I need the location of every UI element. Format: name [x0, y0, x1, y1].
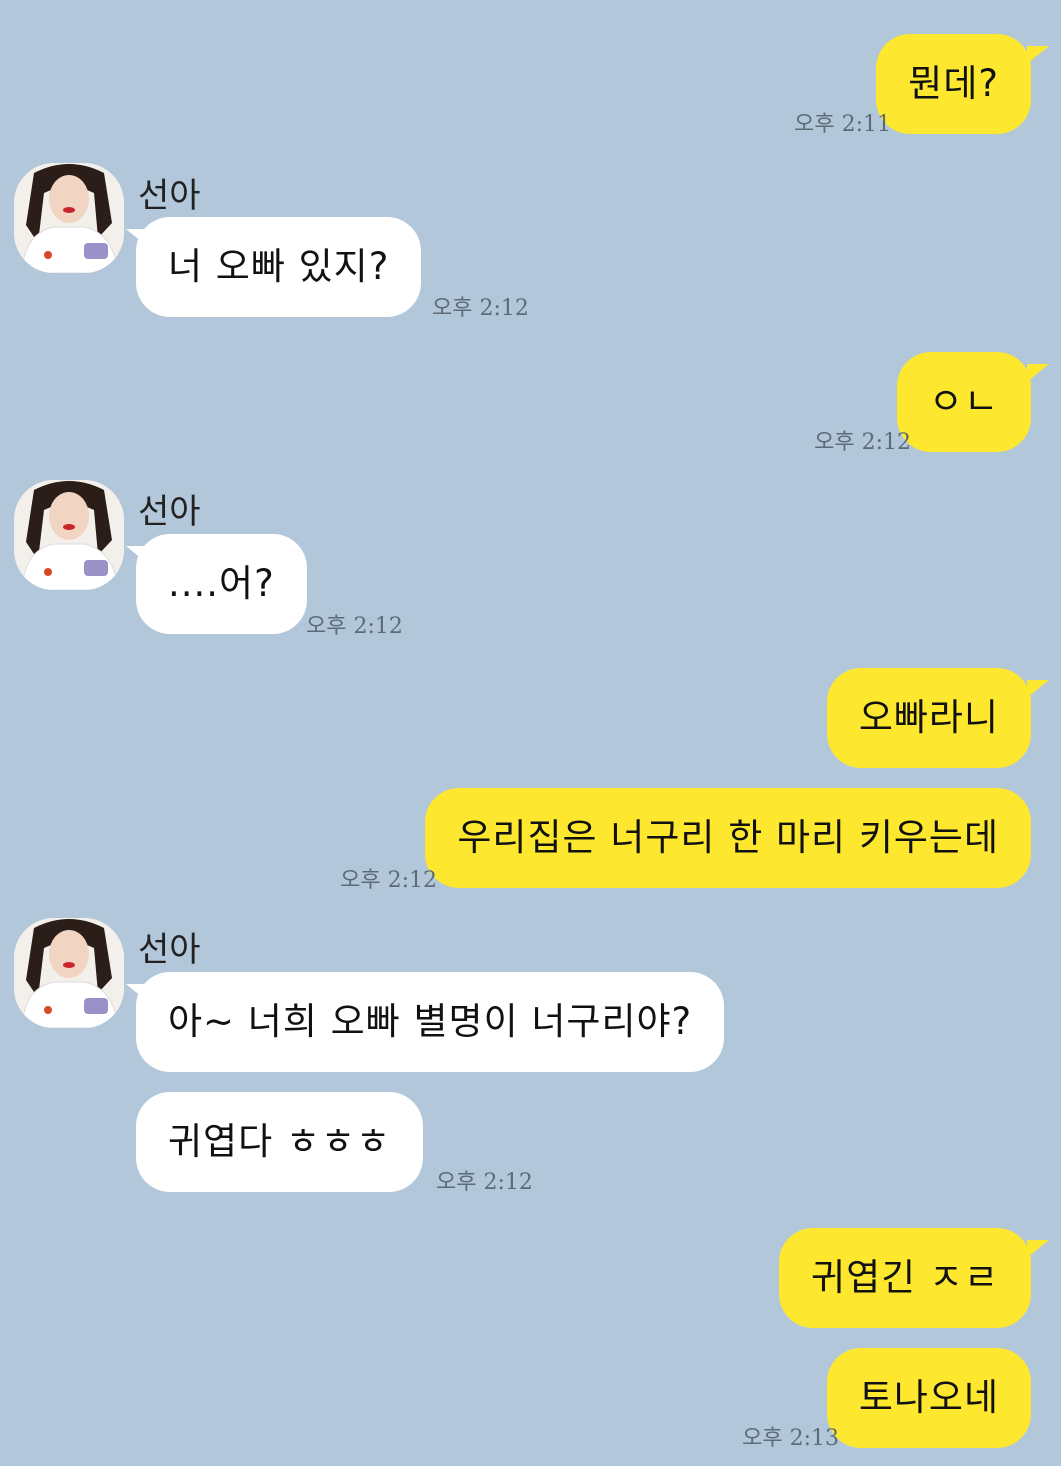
contact-avatar[interactable] [14, 480, 124, 590]
my-message-bubble[interactable]: 토나오네 [826, 1348, 1031, 1448]
message-timestamp: 오후 2:12 [436, 1170, 533, 1195]
message-timestamp: 오후 2:11 [794, 112, 891, 137]
message-timestamp: 오후 2:12 [814, 430, 911, 455]
my-message-bubble[interactable]: 오빠라니 [826, 668, 1031, 768]
sender-name: 선아 [138, 176, 201, 216]
their-message-bubble[interactable]: 아~ 너희 오빠 별명이 너구리야? [136, 972, 725, 1072]
their-message-bubble[interactable]: 귀엽다 ㅎㅎㅎ [136, 1092, 424, 1192]
my-message-bubble[interactable]: 귀엽긴 ㅈㄹ [779, 1228, 1031, 1328]
sender-name: 선아 [138, 930, 201, 970]
bubble-tail [1027, 364, 1049, 382]
message-timestamp: 오후 2:12 [340, 868, 437, 893]
their-message-bubble[interactable]: ....어? [136, 534, 307, 634]
avatar-photo-icon [14, 480, 124, 590]
their-message-bubble[interactable]: 너 오빠 있지? [136, 217, 422, 317]
message-timestamp: 오후 2:12 [306, 614, 403, 639]
message-timestamp: 오후 2:13 [742, 1426, 839, 1451]
avatar-photo-icon [14, 918, 124, 1028]
message-timestamp: 오후 2:12 [432, 296, 529, 321]
my-message-bubble[interactable]: ㅇㄴ [896, 352, 1031, 452]
sender-name: 선아 [138, 492, 201, 532]
my-message-bubble[interactable]: 뭔데? [876, 34, 1031, 134]
contact-avatar[interactable] [14, 163, 124, 273]
avatar-photo-icon [14, 163, 124, 273]
contact-avatar[interactable] [14, 918, 124, 1028]
my-message-bubble[interactable]: 우리집은 너구리 한 마리 키우는데 [425, 788, 1031, 888]
bubble-tail [1027, 680, 1049, 698]
chat-room[interactable]: 뭔데? 오후 2:11 선아 너 오빠 있지? 오후 2:12 ㅇㄴ 오후 2:… [0, 0, 1061, 1466]
bubble-tail [1027, 46, 1049, 64]
bubble-tail [1027, 1240, 1049, 1258]
